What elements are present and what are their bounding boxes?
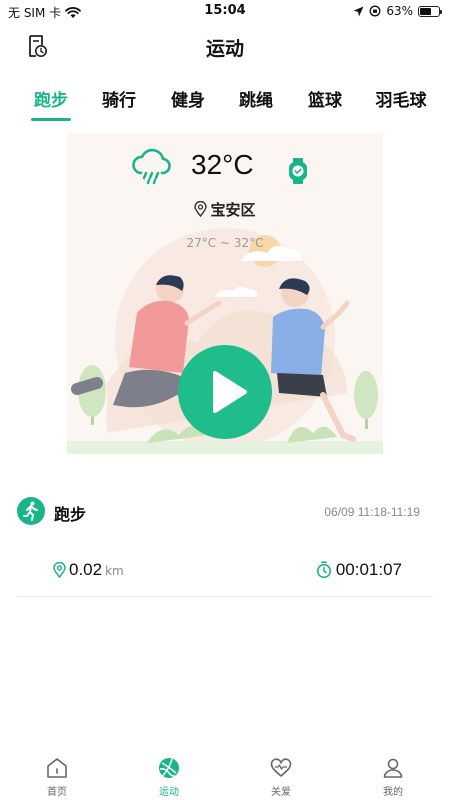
duration-value: 00:01:07 — [335, 560, 402, 579]
nav-sport[interactable]: 运动 — [129, 756, 209, 798]
weather-row: 32°C — [67, 145, 383, 187]
tab-badminton[interactable]: 羽毛球 — [374, 86, 428, 111]
nav-home-label: 首页 — [47, 787, 67, 798]
divider — [17, 596, 433, 597]
status-bar: 无 SIM 卡 15:04 63% — [0, 0, 450, 22]
location-row: 宝安区 — [67, 199, 383, 221]
battery-icon — [418, 5, 442, 17]
sport-tabs: 跑步 骑行 健身 跳绳 篮球 羽毛球 — [0, 82, 450, 124]
nav-care[interactable]: 关爱 — [241, 756, 321, 798]
duration-stat: 00:01:07 — [316, 560, 402, 580]
nav-mine-label: 我的 — [383, 787, 403, 798]
running-start-card: 32°C 宝安区 27°C ~ 32°C — [67, 133, 383, 454]
running-record-icon — [17, 497, 45, 525]
home-icon — [47, 758, 67, 778]
distance-value: 0.02 — [69, 560, 103, 579]
status-right: 63% — [353, 4, 442, 18]
tab-running[interactable]: 跑步 — [33, 86, 69, 111]
nav-care-label: 关爱 — [271, 787, 291, 798]
record-title[interactable]: 跑步 — [54, 501, 86, 525]
distance-unit: km — [105, 564, 124, 578]
location-pin-icon — [53, 562, 66, 578]
temperature-range: 27°C ~ 32°C — [186, 236, 264, 250]
nav-mine[interactable]: 我的 — [353, 756, 433, 798]
play-icon — [213, 371, 247, 413]
location-arrow-icon — [353, 6, 364, 16]
record-time-range: 06/09 11:18-11:19 — [324, 505, 420, 519]
nav-sport-label: 运动 — [159, 787, 179, 798]
tab-cycling[interactable]: 骑行 — [101, 86, 137, 111]
tab-basketball[interactable]: 篮球 — [307, 86, 343, 111]
battery-percent: 63% — [386, 4, 413, 18]
battery-fill — [420, 7, 432, 15]
user-icon — [383, 758, 403, 778]
bottom-navigation: 首页 运动 关爱 我的 — [0, 750, 450, 800]
active-tab-indicator — [31, 118, 71, 121]
smartwatch-icon[interactable] — [287, 157, 309, 185]
sport-ball-icon — [159, 758, 179, 778]
distance-stat: 0.02 km — [53, 560, 124, 580]
location-label: 宝安区 — [210, 201, 256, 219]
heart-icon — [270, 758, 292, 777]
tab-jump-rope[interactable]: 跳绳 — [238, 86, 274, 111]
tab-fitness[interactable]: 健身 — [170, 86, 206, 111]
orientation-lock-icon — [369, 5, 381, 17]
stopwatch-icon — [316, 561, 331, 579]
location-pin-icon — [194, 200, 208, 221]
page-title: 运动 — [205, 38, 244, 60]
start-run-button[interactable] — [178, 345, 272, 439]
current-temperature: 32°C — [191, 149, 254, 180]
rain-cloud-icon — [132, 148, 171, 185]
header: 运动 — [0, 26, 450, 66]
nav-home[interactable]: 首页 — [17, 756, 97, 798]
